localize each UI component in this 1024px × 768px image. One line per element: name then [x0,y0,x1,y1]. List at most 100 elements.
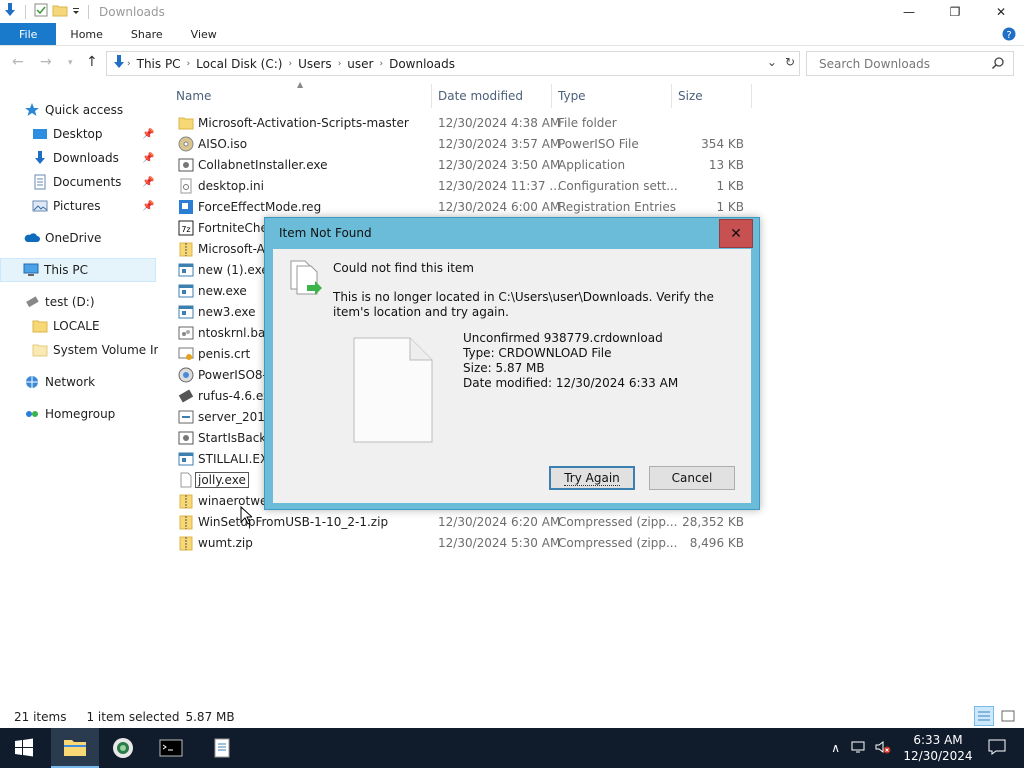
zip-icon [178,535,194,551]
file-date-modified: 12/30/2024 6:00 AM [438,200,561,214]
dialog-close-button[interactable]: ✕ [719,219,753,248]
nav-item-downloads[interactable]: Downloads 📌 [32,146,154,170]
help-icon[interactable]: ? [1002,27,1016,44]
nav-item-pictures[interactable]: Pictures 📌 [32,194,154,218]
exe-icon [178,262,194,278]
recent-locations-icon[interactable]: ▾ [68,58,73,68]
computer-icon [23,262,39,278]
navigation-pane: Quick access Desktop 📌 Downloads 📌 Docum… [0,90,160,700]
properties-icon[interactable] [33,2,49,21]
nav-item-label: Quick access [45,103,124,117]
folder-icon [32,318,48,334]
svg-text:7z: 7z [181,225,190,234]
nav-item-onedrive[interactable]: OneDrive [24,226,101,250]
tab-view[interactable]: View [177,23,231,45]
folder-icon [32,342,48,358]
column-header-date[interactable]: Date modified [432,84,552,108]
file-name: CollabnetInstaller.exe [198,158,328,172]
breadcrumb-downloads[interactable]: Downloads [389,57,455,71]
file-row[interactable]: desktop.ini 12/30/2024 11:37 ... Configura… [172,176,752,197]
chevron-down-icon[interactable]: ⌄ [767,55,777,69]
file-row[interactable]: Microsoft-Activation-Scripts-master 12/30… [172,113,752,134]
file-row[interactable]: wumt.zip 12/30/2024 5:30 AM Compressed (zi… [172,533,752,554]
item-count: 21 items [14,710,67,724]
nav-item-label: Desktop [53,127,103,141]
nav-item-system-volume[interactable]: System Volume Infc [32,338,158,362]
usb-drive-icon [24,294,40,310]
file-info-size: Size: 5.87 MB [463,361,545,375]
title-bar: Downloads — ❐ ✕ [0,0,1024,23]
tab-home[interactable]: Home [56,23,116,45]
file-row[interactable]: ForceEffectMode.reg 12/30/2024 6:00 AM Reg… [172,197,752,218]
details-view-icon[interactable] [974,706,994,726]
network-status-icon[interactable] [850,739,866,758]
action-center-icon[interactable] [988,739,1006,758]
file-info: Unconfirmed 938779.crdownload Type: CRDO… [463,331,678,391]
large-icons-view-icon[interactable] [998,706,1018,726]
tab-file[interactable]: File [0,23,57,45]
close-button[interactable]: ✕ [978,0,1024,23]
search-input[interactable]: Search Downloads [806,51,1014,76]
new-folder-icon[interactable] [52,2,68,21]
desktop-icon [32,126,48,142]
breadcrumb-separator-icon[interactable]: › [288,59,292,69]
pin-icon[interactable]: 📌 [142,177,154,188]
file-row[interactable]: AISO.iso 12/30/2024 3:57 AM PowerISO File 3… [172,134,752,155]
breadcrumb-this-pc[interactable]: This PC [137,57,181,71]
up-arrow-icon[interactable]: ↑ [86,54,98,70]
nav-item-this-pc[interactable]: This PC [0,258,156,282]
start-button[interactable] [0,728,48,768]
pin-icon[interactable]: 📌 [142,129,154,140]
show-hidden-icons-icon[interactable]: ∧ [831,741,840,755]
blank-file-icon [178,472,194,488]
file-name: desktop.ini [198,179,264,193]
file-name: wumt.zip [198,536,253,550]
cancel-button[interactable]: Cancel [649,466,735,490]
browser-taskbar-button[interactable] [99,728,147,768]
svg-text:?: ? [1006,30,1011,41]
minimize-button[interactable]: — [886,0,932,23]
status-bar: 21 items 1 item selected 5.87 MB [0,706,1024,728]
tab-share[interactable]: Share [117,23,177,45]
column-header-name[interactable]: Name [170,84,432,108]
file-name: new3.exe [198,305,256,319]
refresh-icon[interactable]: ↻ [785,55,795,69]
nav-item-label: System Volume Infc [53,343,158,357]
command-prompt-taskbar-button[interactable] [147,728,195,768]
nav-item-documents[interactable]: Documents 📌 [32,170,154,194]
back-arrow-icon[interactable]: ← [12,54,24,70]
breadcrumb-separator-icon[interactable]: › [379,59,383,69]
column-header-size[interactable]: Size [672,84,752,108]
file-row[interactable]: WinSetupFromUSB-1-10_2-1.zip 12/30/2024 6… [172,512,752,533]
notepad-taskbar-button[interactable] [198,728,246,768]
nav-item-test-drive[interactable]: test (D:) [24,290,95,314]
file-size: 8,496 KB [689,536,744,550]
customize-toolbar-icon[interactable] [71,2,81,21]
nav-item-quick-access[interactable]: Quick access [24,98,123,122]
column-header-type[interactable]: Type [552,84,672,108]
window-title: Downloads [99,4,165,19]
maximize-button[interactable]: ❐ [932,0,978,23]
pin-icon[interactable]: 📌 [142,201,154,212]
zip-icon [178,493,194,509]
breadcrumb-separator-icon[interactable]: › [187,59,191,69]
download-arrow-icon [2,2,18,21]
try-again-button[interactable]: Try Again [549,466,635,490]
breadcrumb-user[interactable]: user [347,57,373,71]
volume-muted-icon[interactable] [874,739,892,758]
clock[interactable]: 6:33 AM 12/30/2024 [898,732,978,764]
nav-item-locale[interactable]: LOCALE [32,314,100,338]
file-date-modified: 12/30/2024 5:30 AM [438,536,561,550]
nav-item-homegroup[interactable]: Homegroup [24,402,115,426]
file-explorer-taskbar-button[interactable] [51,728,99,768]
breadcrumb-local-disk[interactable]: Local Disk (C:) [196,57,282,71]
nav-item-label: Network [45,375,96,389]
address-bar[interactable]: › This PC › Local Disk (C:) › Users › us… [106,51,800,76]
forward-arrow-icon[interactable]: → [40,54,52,70]
file-row[interactable]: CollabnetInstaller.exe 12/30/2024 3:50 AM… [172,155,752,176]
pin-icon[interactable]: 📌 [142,153,154,164]
breadcrumb-users[interactable]: Users [298,57,332,71]
breadcrumb-separator-icon[interactable]: › [338,59,342,69]
nav-item-desktop[interactable]: Desktop 📌 [32,122,154,146]
nav-item-network[interactable]: Network [24,370,95,394]
